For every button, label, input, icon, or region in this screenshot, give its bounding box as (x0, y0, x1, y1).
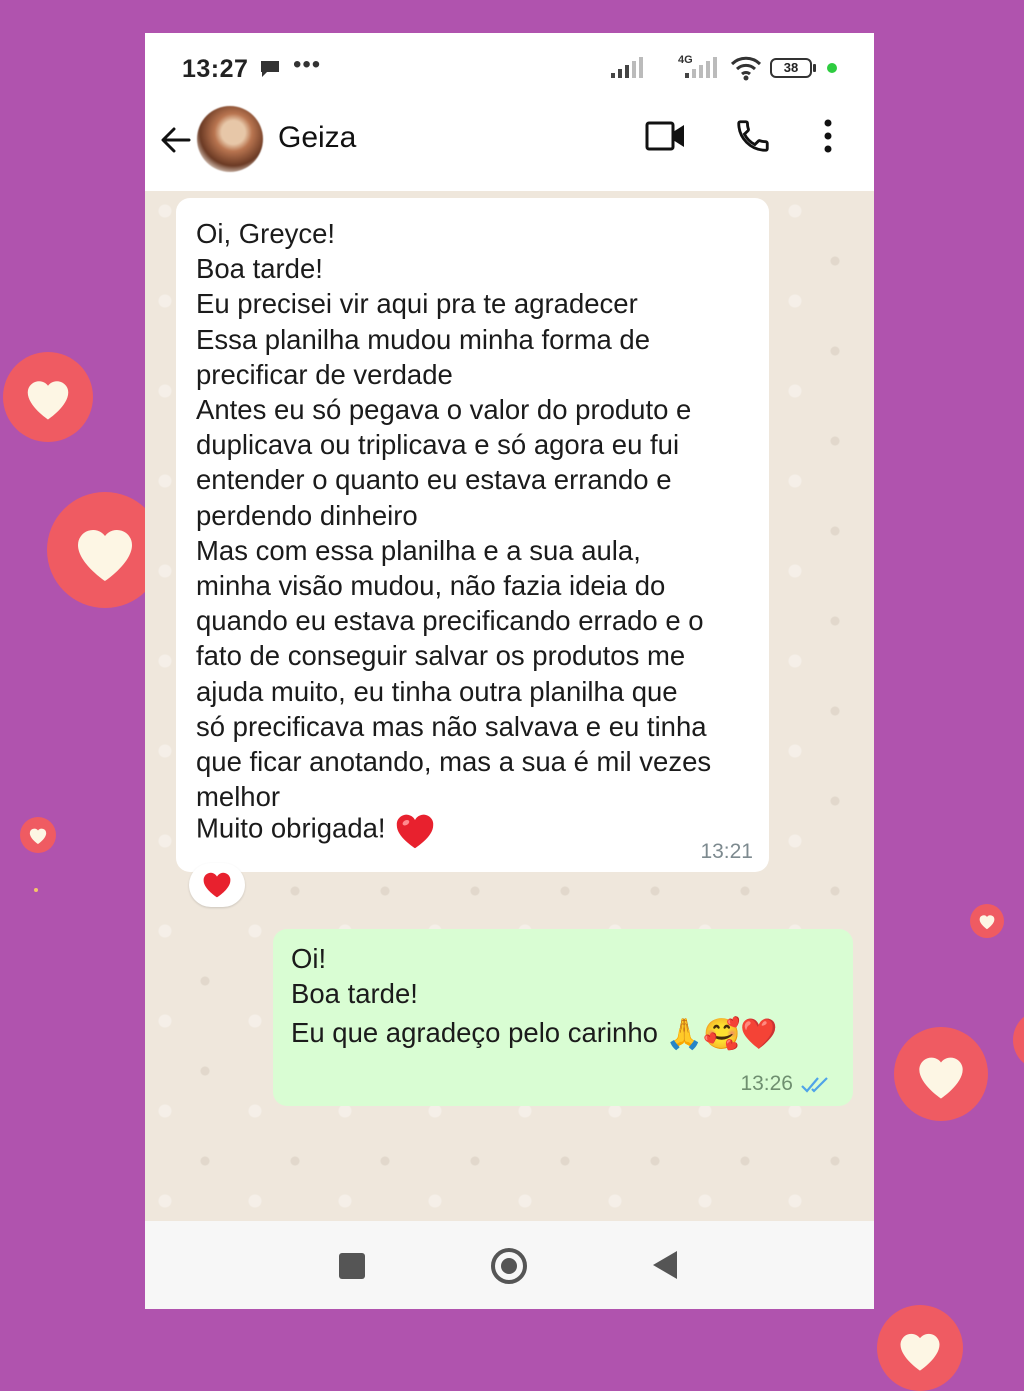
message-line: precificar de verdade (196, 358, 453, 390)
message-line: minha visão mudou, não fazia ideia do (196, 570, 666, 602)
more-options-icon[interactable] (823, 119, 833, 153)
message-line: duplicava ou triplicava e só agora eu fu… (196, 429, 680, 461)
message-timestamp: 13:26 (740, 1072, 793, 1095)
incoming-message-text: Oi, Greyce! Boa tarde! Eu precisei vir a… (196, 216, 749, 814)
emoji-sequence: 🙏🥰❤️ (665, 1018, 778, 1052)
recent-apps-button[interactable] (339, 1253, 365, 1279)
nav-back-icon[interactable] (651, 1249, 679, 1281)
privacy-indicator-dot (827, 63, 837, 73)
message-line: ajuda muito, eu tinha outra planilha que (196, 675, 678, 707)
video-call-icon[interactable] (645, 119, 687, 153)
floating-heart-icon (3, 352, 93, 442)
heart-reaction-icon (203, 872, 231, 898)
voice-call-icon[interactable] (734, 117, 772, 155)
message-line: perdendo dinheiro (196, 499, 418, 531)
chat-area[interactable]: Oi, Greyce! Boa tarde! Eu precisei vir a… (145, 191, 874, 1309)
contact-avatar[interactable] (197, 106, 263, 172)
contact-name[interactable]: Geiza (278, 121, 356, 155)
floating-heart-icon (970, 904, 1004, 938)
message-line: Antes eu só pegava o valor do produto e (196, 394, 692, 426)
floating-heart-icon (877, 1305, 963, 1391)
message-line: que ficar anotando, mas a sua é mil veze… (196, 746, 712, 778)
message-line: só precificava mas não salvava e eu tinh… (196, 710, 707, 742)
message-line: Boa tarde! (291, 978, 418, 1009)
heart-emoji-icon (396, 814, 434, 849)
floating-heart-icon (1013, 1010, 1024, 1070)
wifi-icon (730, 56, 762, 81)
message-line: Boa tarde! (196, 253, 323, 285)
outgoing-message-bubble[interactable]: Oi! Boa tarde! Eu que agradeço pelo cari… (273, 929, 853, 1106)
message-line: Eu que agradeço pelo carinho (291, 1017, 658, 1048)
message-line: Oi! (291, 943, 327, 974)
message-line: Muito obrigada! (196, 812, 386, 844)
chat-header: Geiza (145, 103, 874, 191)
floating-heart-icon (894, 1027, 988, 1121)
signal-icon (685, 57, 717, 78)
signal-icon (611, 57, 643, 78)
message-line: Essa planilha mudou minha forma de (196, 323, 651, 355)
status-bar: 13:27 ••• 4G 38 (145, 33, 874, 103)
battery-indicator: 38 (770, 58, 812, 78)
message-reaction[interactable] (189, 863, 245, 907)
message-timestamp: 13:21 (700, 840, 753, 863)
message-line: Eu precisei vir aqui pra te agradecer (196, 288, 638, 320)
message-line: entender o quanto eu estava errando e (196, 464, 672, 496)
incoming-last-line: Muito obrigada! (196, 810, 437, 850)
message-line: Mas com essa planilha e a sua aula, (196, 534, 641, 566)
floating-dot (34, 888, 38, 892)
floating-heart-icon (20, 817, 56, 853)
home-button-icon[interactable] (489, 1246, 529, 1286)
more-notifications-icon: ••• (293, 51, 322, 78)
system-nav-bar (145, 1221, 874, 1309)
message-line: Oi, Greyce! (196, 218, 336, 249)
read-receipt-icon (801, 1077, 828, 1093)
status-time: 13:27 (182, 55, 249, 83)
message-line: quando eu estava precificando errado e o (196, 605, 704, 637)
outgoing-last-line: Eu que agradeço pelo carinho 🙏🥰❤️ (291, 1017, 778, 1052)
battery-nub (813, 64, 816, 72)
message-line: fato de conseguir salvar os produtos me (196, 640, 686, 672)
phone-screen: 13:27 ••• 4G 38 Geiza Oi, Greyce! Boa ta… (145, 33, 874, 1309)
chat-notification-icon (261, 61, 279, 77)
incoming-message-bubble[interactable]: Oi, Greyce! Boa tarde! Eu precisei vir a… (176, 198, 769, 872)
back-arrow-icon[interactable] (159, 123, 193, 157)
